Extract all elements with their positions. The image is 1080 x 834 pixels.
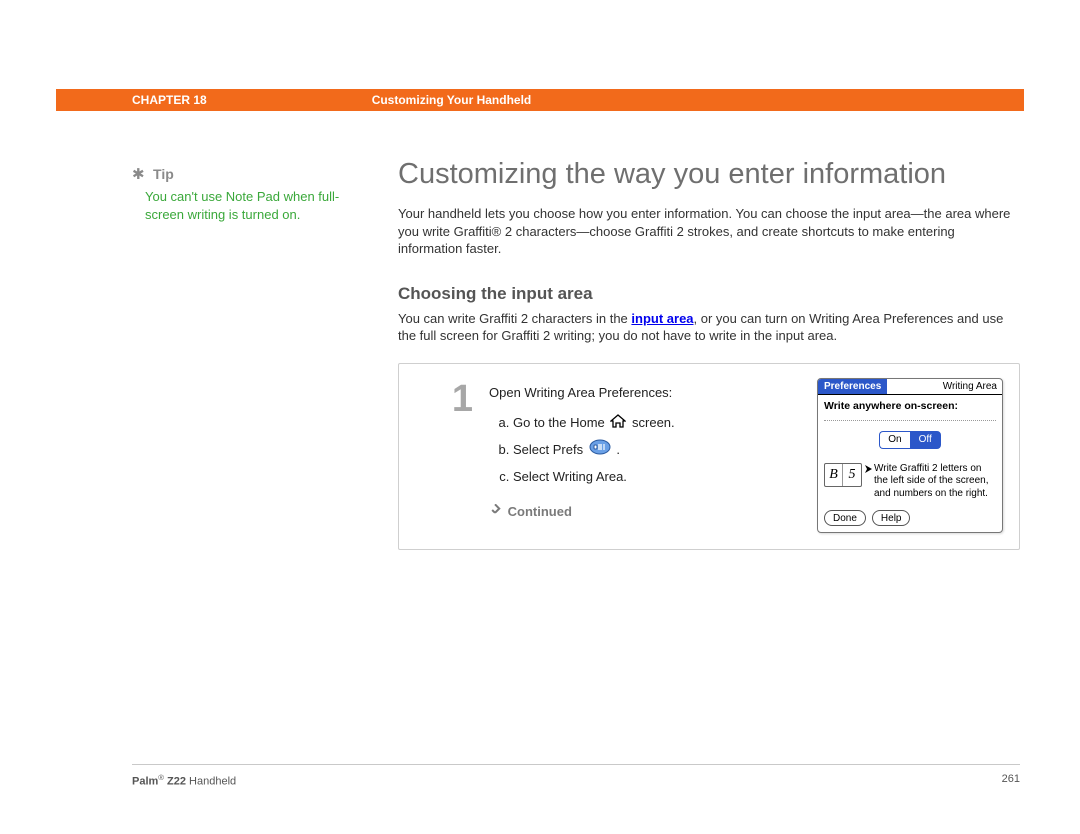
prefs-icon (589, 439, 611, 464)
step-number: 1 (413, 380, 473, 534)
ss-pointer-icon (864, 465, 872, 478)
ss-toggle-on-button[interactable]: On (879, 431, 909, 449)
ss-titlebar: Preferences Writing Area (818, 379, 1002, 395)
home-icon (610, 412, 626, 437)
ss-on-off-toggle: On Off (824, 431, 996, 449)
section-intro: You can write Graffiti 2 characters in t… (398, 310, 1020, 345)
step-list: Go to the Home screen. Select Prefs (489, 411, 807, 490)
step-box: 1 Open Writing Area Preferences: Go to t… (398, 363, 1020, 551)
ss-heading: Write anywhere on-screen: (824, 400, 996, 412)
chapter-title: Customizing Your Handheld (207, 93, 532, 107)
step-a-pre: Go to the Home (513, 415, 608, 430)
ss-help-button[interactable]: Help (872, 510, 911, 526)
continued-indicator: Continued (489, 500, 807, 525)
ss-title-preferences: Preferences (818, 379, 887, 394)
step-a-post: screen. (632, 415, 675, 430)
page-footer: Palm® Z22 Handheld 261 (132, 764, 1020, 788)
step-body: Open Writing Area Preferences: Go to the… (489, 378, 1003, 534)
tip-heading: ✱ Tip (132, 165, 342, 184)
step-b-post: . (616, 442, 620, 457)
product-model: Z22 (167, 776, 186, 788)
ss-title-writing-area: Writing Area (887, 379, 1002, 394)
chapter-label: CHAPTER 18 (56, 93, 207, 107)
ss-divider (824, 420, 996, 421)
ss-done-button[interactable]: Done (824, 510, 866, 526)
ss-instruction-row: B 5 Write Graffiti 2 letters on the left… (824, 463, 996, 501)
handheld-screenshot: Preferences Writing Area Write anywhere … (817, 378, 1003, 534)
main-content: Customizing the way you enter informatio… (398, 158, 1020, 550)
step-lead: Open Writing Area Preferences: (489, 381, 807, 406)
ss-glyph-b: B (825, 464, 843, 486)
section-intro-a: You can write Graffiti 2 characters in t… (398, 311, 631, 326)
ss-glyph-box: B 5 (824, 463, 862, 487)
step-a: Go to the Home screen. (513, 411, 807, 436)
asterisk-icon: ✱ (132, 165, 145, 183)
ss-body: Write anywhere on-screen: On Off B 5 (818, 395, 1002, 533)
product-brand: Palm (132, 776, 158, 788)
continued-label: Continued (508, 504, 572, 519)
ss-instruction-text: Write Graffiti 2 letters on the left sid… (874, 463, 989, 499)
step-c: Select Writing Area. (513, 465, 807, 490)
page-number: 261 (1002, 773, 1020, 788)
intro-paragraph: Your handheld lets you choose how you en… (398, 205, 1020, 258)
step-instructions: Open Writing Area Preferences: Go to the… (489, 378, 807, 534)
product-name: Palm® Z22 Handheld (132, 773, 236, 788)
chapter-header: CHAPTER 18 Customizing Your Handheld (56, 89, 1024, 111)
tip-box: ✱ Tip You can't use Note Pad when full-s… (132, 165, 342, 224)
ss-glyph-5: 5 (843, 464, 861, 486)
input-area-link[interactable]: input area (631, 311, 693, 326)
registered-mark: ® (158, 773, 164, 782)
page-title: Customizing the way you enter informatio… (398, 158, 1020, 191)
continued-arrow-icon (489, 500, 501, 525)
tip-text: You can't use Note Pad when full-screen … (132, 188, 342, 224)
product-tail: Handheld (186, 776, 236, 788)
ss-toggle-off-button[interactable]: Off (910, 431, 941, 449)
tip-label: Tip (153, 166, 174, 182)
section-heading: Choosing the input area (398, 284, 1020, 304)
ss-buttons: Done Help (824, 510, 996, 526)
step-b-pre: Select Prefs (513, 442, 587, 457)
step-b: Select Prefs (513, 438, 807, 463)
